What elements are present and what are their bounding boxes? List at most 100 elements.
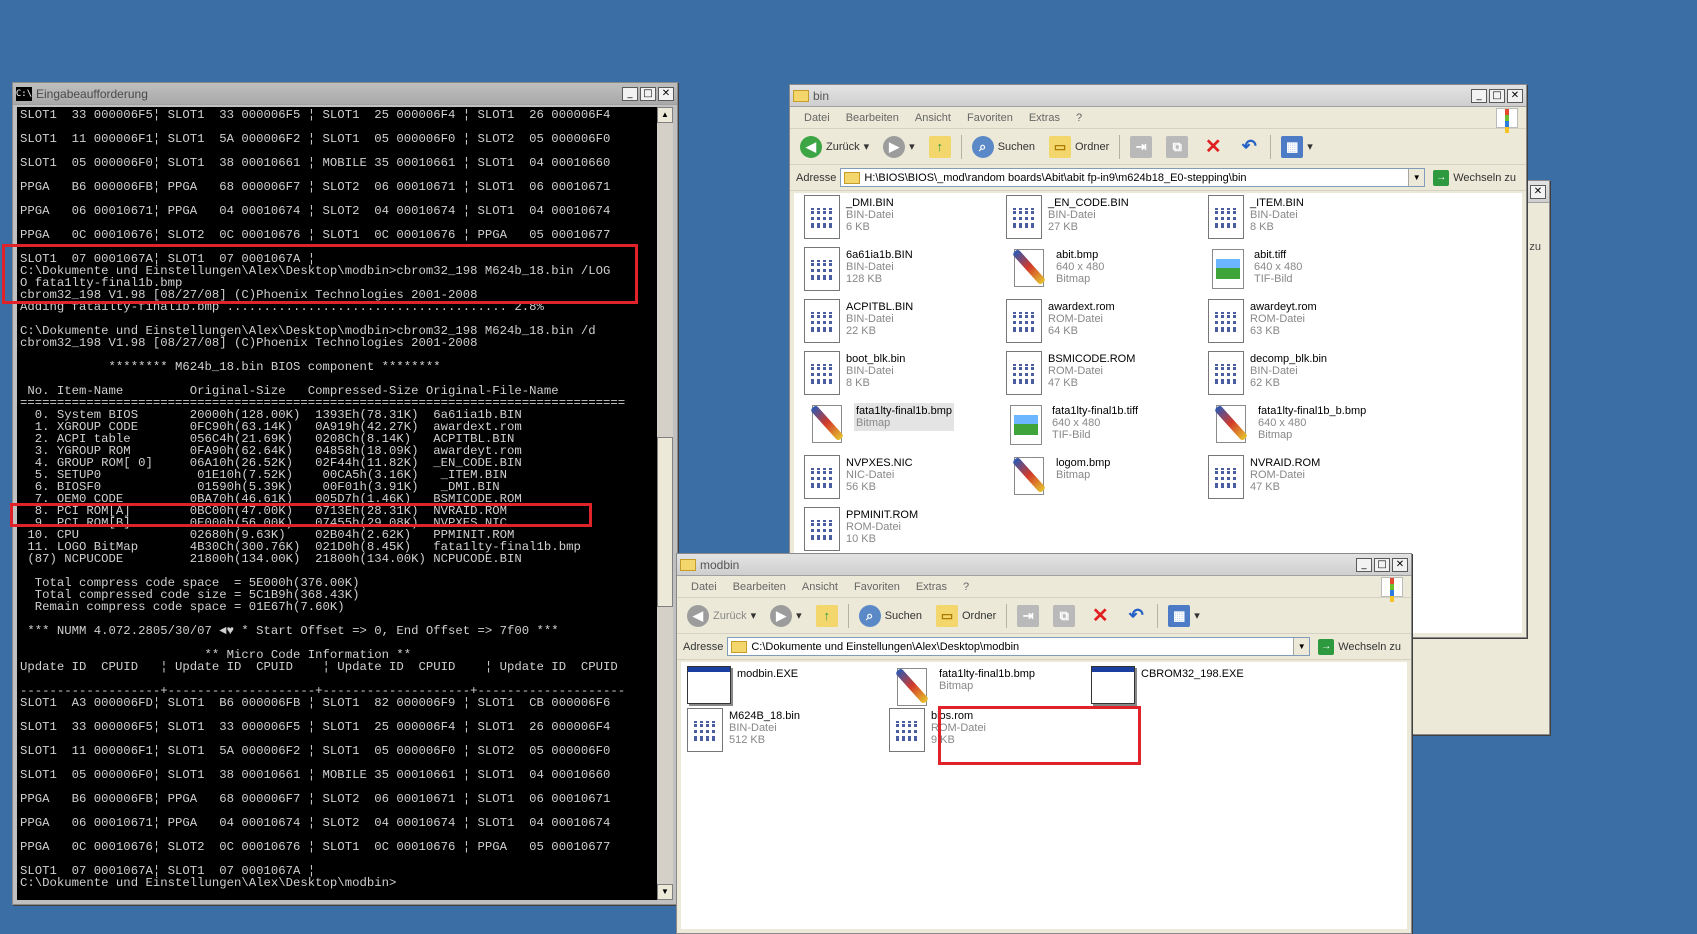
go-button[interactable]: → Wechseln zu [1314,638,1405,655]
up-folder-button[interactable]: ↑ [812,603,842,629]
menu-favoriten[interactable]: Favoriten [846,581,908,593]
file-item[interactable]: fata1lty-final1b.bmp Bitmap [804,403,954,447]
file-type: 640 x 480 [1254,261,1303,273]
menu-help[interactable]: ? [955,581,977,593]
minimize-button[interactable]: _ [622,86,638,101]
views-button[interactable]: ▦ ▾ [1277,134,1317,160]
file-item[interactable]: bios.rom ROM-Datei 9 KB [889,708,986,752]
file-item[interactable]: boot_blk.bin BIN-Datei 8 KB [804,351,905,395]
toolbar-separator [1006,603,1008,628]
maximize-button[interactable]: □ [1489,88,1505,103]
address-input[interactable]: H:\BIOS\BIOS\_mod\random boards\Abit\abi… [840,168,1426,187]
folders-button[interactable]: ▭ Ordner [932,603,1000,629]
console-output[interactable]: SLOT1 33 000006F5¦ SLOT1 33 000006F5 ¦ S… [17,107,657,900]
file-name: logom.bmp [1056,457,1111,469]
file-text: PPMINIT.ROM ROM-Datei 10 KB [846,507,918,545]
minimize-button[interactable]: _ [1356,557,1372,572]
scroll-up-arrow-icon[interactable]: ▲ [657,107,673,123]
menu-extras[interactable]: Extras [1021,112,1068,124]
file-item[interactable]: BSMICODE.ROM ROM-Datei 47 KB [1006,351,1135,395]
menu-bearbeiten[interactable]: Bearbeiten [838,112,907,124]
file-item[interactable]: fata1lty-final1b.bmp Bitmap [889,666,1035,710]
console-line: Adding fata1lty-final1b.bmp ............… [20,300,544,314]
menu-ansicht[interactable]: Ansicht [907,112,959,124]
up-folder-button[interactable]: ↑ [925,134,955,160]
address-input[interactable]: C:\Dokumente und Einstellungen\Alex\Desk… [727,637,1311,656]
back-button[interactable]: ◀ Zurück ▾ [683,603,760,629]
file-item[interactable]: 6a61ia1b.BIN BIN-Datei 128 KB [804,247,913,291]
file-item[interactable]: abit.tiff 640 x 480 TIF-Bild [1208,247,1302,291]
file-item[interactable]: abit.bmp 640 x 480 Bitmap [1006,247,1104,291]
go-button[interactable]: → Wechseln zu [1429,169,1520,186]
file-item[interactable]: decomp_blk.bin BIN-Datei 62 KB [1208,351,1327,395]
maximize-button[interactable]: □ [640,86,656,101]
scroll-down-arrow-icon[interactable]: ▼ [657,884,673,900]
file-item[interactable]: CBROM32_198.EXE [1091,666,1244,704]
file-item[interactable]: awardeyt.rom ROM-Datei 63 KB [1208,299,1317,343]
close-button[interactable]: ✕ [1392,557,1408,572]
copy-to-button[interactable]: ⧉ [1162,134,1192,160]
address-dropdown-icon[interactable]: ▼ [1293,638,1310,655]
address-label: Adresse [796,171,837,184]
file-item[interactable]: fata1lty-final1b_b.bmp 640 x 480 Bitmap [1208,403,1366,447]
file-item[interactable]: awardext.rom ROM-Datei 64 KB [1006,299,1115,343]
file-item[interactable]: NVRAID.ROM ROM-Datei 47 KB [1208,455,1320,499]
file-item[interactable]: _EN_CODE.BIN BIN-Datei 27 KB [1006,195,1129,239]
file-type: BIN-Datei [1250,365,1298,377]
console-scrollbar[interactable]: ▲ ▼ [657,107,673,900]
file-item[interactable]: PPMINIT.ROM ROM-Datei 10 KB [804,507,918,551]
menu-datei[interactable]: Datei [796,112,838,124]
address-value: C:\Dokumente und Einstellungen\Alex\Desk… [751,640,1020,653]
maximize-button[interactable]: □ [1374,557,1390,572]
menu-favoriten[interactable]: Favoriten [959,112,1021,124]
background-close-button[interactable]: ✕ [1530,184,1546,199]
file-item[interactable]: modbin.EXE [687,666,798,704]
delete-button[interactable]: ✕ [1085,603,1115,629]
file-item[interactable]: logom.bmp Bitmap [1006,455,1110,499]
search-icon: ⌕ [858,604,881,627]
file-item[interactable]: ACPITBL.BIN BIN-Datei 22 KB [804,299,913,343]
file-name: abit.tiff [1254,249,1287,261]
scroll-thumb[interactable] [657,437,673,607]
file-item[interactable]: _DMI.BIN BIN-Datei 6 KB [804,195,894,239]
menu-datei[interactable]: Datei [683,581,725,593]
menu-help[interactable]: ? [1068,112,1090,124]
file-name: bios.rom [931,710,974,722]
undo-button[interactable]: ↶ [1234,134,1264,160]
forward-button[interactable]: ▶ ▾ [879,134,919,160]
menu-ansicht[interactable]: Ansicht [794,581,846,593]
explorer-modbin-titlebar[interactable]: modbin _ □ ✕ [677,554,1411,576]
search-button[interactable]: ⌕ Suchen [968,134,1039,160]
back-button[interactable]: ◀ Zurück ▾ [796,134,873,160]
file-item[interactable]: _ITEM.BIN BIN-Datei 8 KB [1208,195,1304,239]
move-to-button[interactable]: ⇥ [1013,603,1043,629]
search-button[interactable]: ⌕ Suchen [855,603,926,629]
console-line: SLOT1 11 000006F1¦ SLOT1 5A 000006F2 ¦ S… [20,132,611,146]
file-item[interactable]: NVPXES.NIC NIC-Datei 56 KB [804,455,913,499]
minimize-button[interactable]: _ [1471,88,1487,103]
close-button[interactable]: ✕ [658,86,674,101]
address-dropdown-icon[interactable]: ▼ [1408,169,1425,186]
explorer-bin-titlebar[interactable]: bin _ □ ✕ [790,85,1526,107]
console-line: C:\Dokumente und Einstellungen\Alex\Desk… [20,876,397,890]
move-to-button[interactable]: ⇥ [1126,134,1156,160]
menu-bearbeiten[interactable]: Bearbeiten [725,581,794,593]
binary-file-icon [804,507,840,551]
file-text: boot_blk.bin BIN-Datei 8 KB [846,351,905,389]
file-list[interactable]: modbin.EXE fata1lty-final1b.bmp Bitmap CBRO… [681,662,1407,929]
close-button[interactable]: ✕ [1507,88,1523,103]
file-item[interactable]: fata1lty-final1b.tiff 640 x 480 TIF-Bild [1006,403,1138,447]
copy-to-button[interactable]: ⧉ [1049,603,1079,629]
file-name: fata1lty-final1b.bmp [856,405,952,417]
undo-button[interactable]: ↶ [1121,603,1151,629]
file-item[interactable]: M624B_18.bin BIN-Datei 512 KB [687,708,800,752]
menu-extras[interactable]: Extras [908,581,955,593]
explorer-window-modbin[interactable]: modbin _ □ ✕ Datei Bearbeiten Ansicht Fa… [676,553,1412,934]
views-button[interactable]: ▦ ▾ [1164,603,1204,629]
folders-button[interactable]: ▭ Ordner [1045,134,1113,160]
delete-button[interactable]: ✕ [1198,134,1228,160]
command-prompt-titlebar[interactable]: C:\ Eingabeaufforderung _ □ ✕ [13,83,677,105]
console-line: Remain compress code space = 01E67h(7.60… [20,600,345,614]
forward-button[interactable]: ▶ ▾ [766,603,806,629]
command-prompt-window[interactable]: C:\ Eingabeaufforderung _ □ ✕ SLOT1 33 0… [12,82,678,905]
